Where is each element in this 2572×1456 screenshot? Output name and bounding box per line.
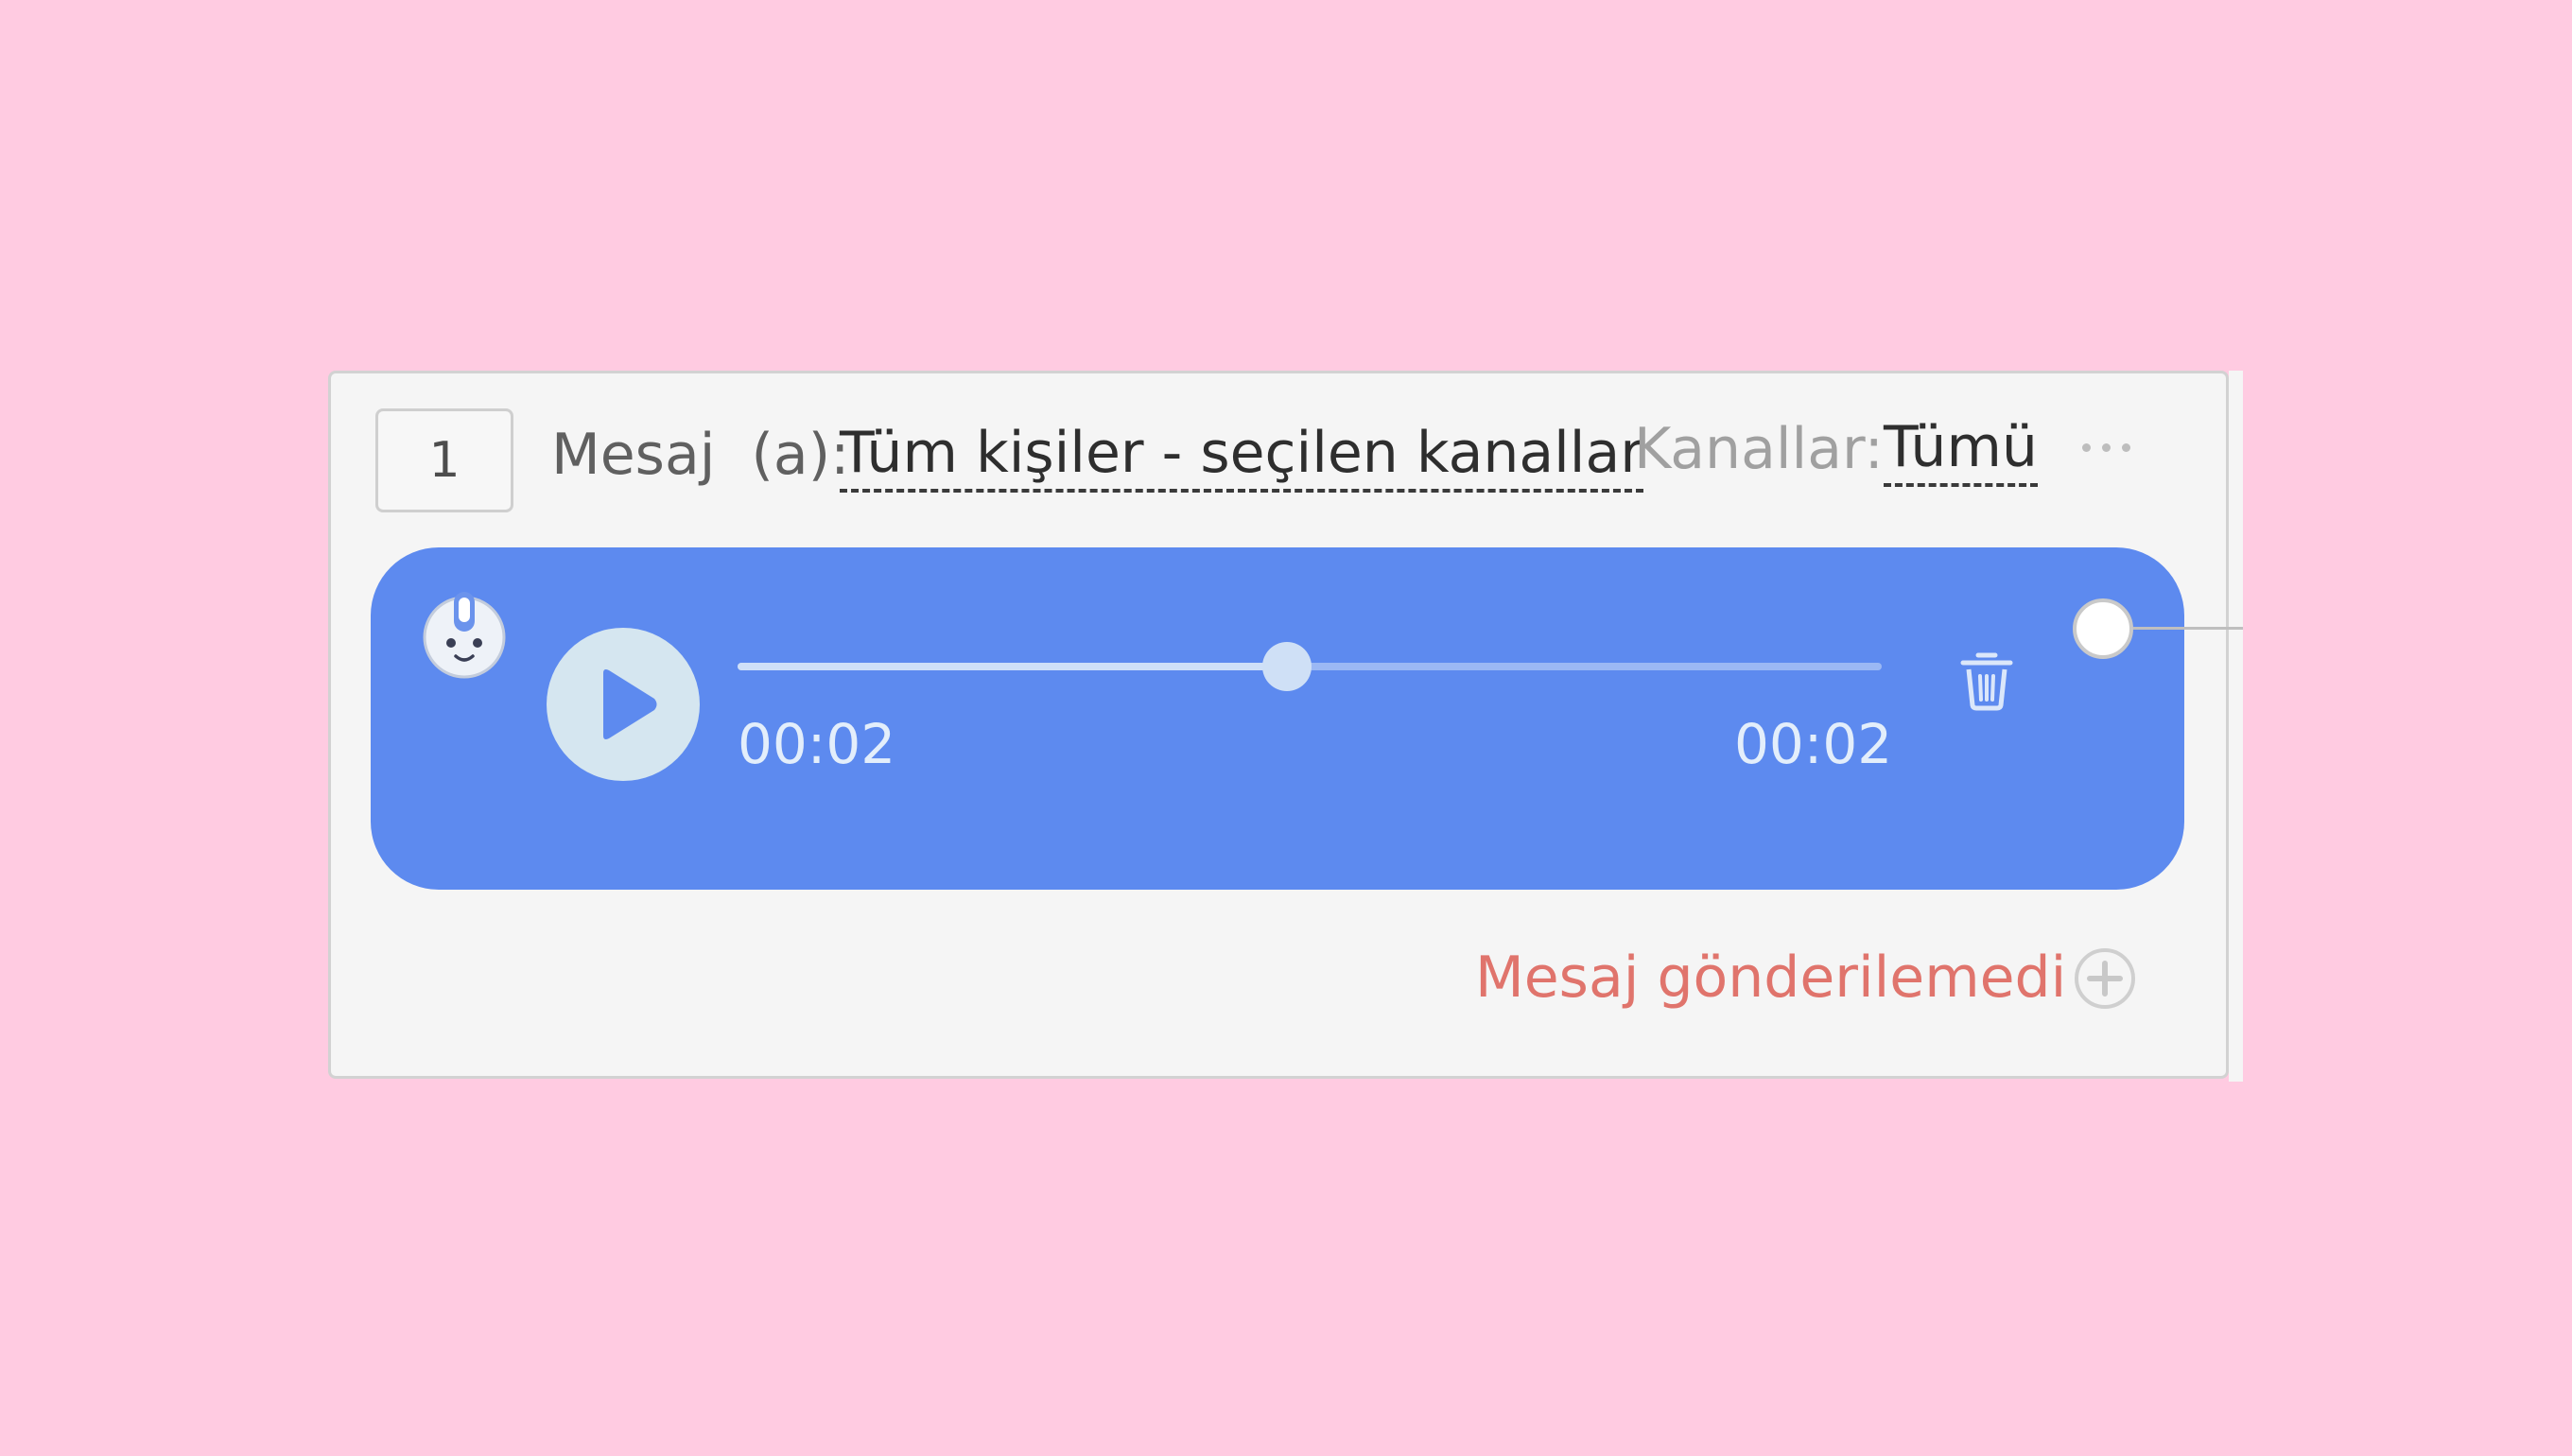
step-number-box[interactable]: 1 xyxy=(375,408,513,512)
audio-progress-thumb[interactable] xyxy=(1261,642,1312,691)
step-number: 1 xyxy=(428,432,461,489)
connector-handle[interactable] xyxy=(2073,598,2133,659)
plus-circle-icon[interactable] xyxy=(2073,946,2137,1011)
channels-link[interactable]: Tümü xyxy=(1884,411,2038,487)
trash-icon[interactable] xyxy=(1957,649,2016,711)
play-icon xyxy=(603,669,657,739)
recipients-link[interactable]: Tüm kişiler - seçilen kanallar xyxy=(840,417,1643,493)
channels-label: Kanallar: xyxy=(1634,416,1884,482)
more-horizontal-icon[interactable] xyxy=(2082,443,2130,452)
total-time: 00:02 xyxy=(1734,712,1893,776)
audio-progress-fill xyxy=(738,663,1287,670)
current-time: 00:02 xyxy=(738,712,896,776)
play-button[interactable] xyxy=(547,628,700,781)
send-error-text: Mesaj gönderilemedi xyxy=(1475,945,2067,1011)
connector-line xyxy=(2133,627,2243,630)
message-label: Mesaj (a): xyxy=(551,422,850,488)
audio-progress-track[interactable] xyxy=(738,642,1882,691)
bot-avatar-icon xyxy=(423,592,506,679)
card-edge xyxy=(2229,371,2243,1082)
